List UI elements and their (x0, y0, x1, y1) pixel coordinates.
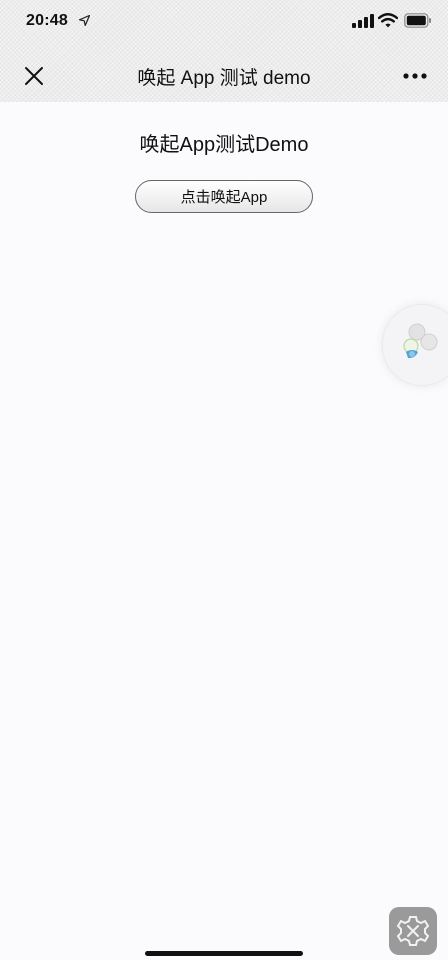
floating-assistant-icon (403, 323, 438, 359)
settings-button[interactable] (389, 907, 437, 955)
more-button[interactable] (400, 64, 430, 88)
status-time: 20:48 (26, 12, 68, 29)
home-indicator (145, 951, 303, 956)
top-chrome: 20:48 唤起 App 测试 demo (0, 0, 448, 102)
page-title: 唤起 App 测试 demo (137, 68, 311, 89)
wifi-icon (378, 13, 398, 28)
battery-icon (404, 13, 431, 28)
gear-icon (396, 916, 430, 946)
cellular-signal-icon (352, 14, 374, 28)
nav-bar: 唤起 App 测试 demo (0, 44, 448, 102)
launch-app-button[interactable]: 点击唤起App (135, 180, 313, 213)
floating-assistant-button[interactable] (382, 304, 448, 386)
location-arrow-icon (79, 15, 90, 26)
status-bar: 20:48 (0, 0, 448, 44)
page-heading: 唤起App测试Demo (139, 134, 309, 156)
more-icon (403, 73, 427, 79)
